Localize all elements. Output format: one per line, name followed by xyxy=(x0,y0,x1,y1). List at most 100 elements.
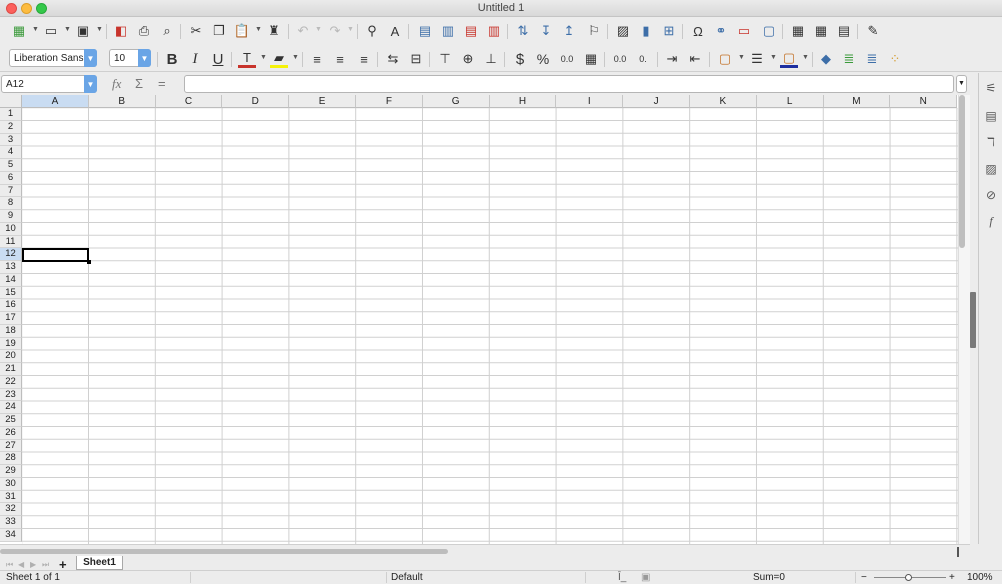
row-header[interactable]: 26 xyxy=(0,426,22,440)
icon-set-icon[interactable]: ⁘ xyxy=(886,50,904,68)
row-header[interactable]: 32 xyxy=(0,503,22,516)
chevron-down-icon[interactable]: ▼ xyxy=(84,75,97,93)
row-header[interactable]: 27 xyxy=(0,439,22,453)
column-icon[interactable]: ▥ xyxy=(439,22,457,40)
row-header[interactable]: 30 xyxy=(0,477,22,491)
save-icon[interactable]: ▣ xyxy=(74,22,92,40)
increase-indent-icon[interactable]: ⇥ xyxy=(663,50,681,68)
align-left-icon[interactable]: ≡ xyxy=(308,50,326,68)
row-header[interactable]: 33 xyxy=(0,516,22,529)
zoom-level[interactable]: 100% xyxy=(967,572,993,583)
expand-formula-bar-button[interactable]: ▼ xyxy=(956,75,967,93)
column-header[interactable]: D xyxy=(222,95,290,108)
gallery-icon[interactable]: ▨ xyxy=(984,162,998,176)
zoom-slider-knob[interactable] xyxy=(905,574,912,581)
name-box[interactable]: A12 ▼ xyxy=(1,75,97,93)
horizontal-scrollbar[interactable] xyxy=(0,549,448,554)
font-size-combo[interactable]: 10 ▼ xyxy=(109,49,151,67)
row-header[interactable]: 9 xyxy=(0,210,22,223)
paste-icon[interactable]: 📋 xyxy=(233,22,251,40)
comment-icon[interactable]: ▭ xyxy=(735,22,753,40)
delete-decimal-button[interactable]: 0. xyxy=(634,50,652,68)
underline-button[interactable]: U xyxy=(209,50,227,68)
column-header[interactable]: H xyxy=(489,95,557,108)
sort-descending-icon[interactable]: ↥ xyxy=(560,22,578,40)
column-header[interactable]: E xyxy=(289,95,356,108)
open-folder-icon[interactable]: ▭ xyxy=(42,22,60,40)
column-header[interactable]: M xyxy=(823,95,891,108)
column-header[interactable]: L xyxy=(756,95,824,108)
export-pdf-icon[interactable]: ◧ xyxy=(112,22,130,40)
row-header[interactable]: 1 xyxy=(0,108,22,121)
date-format-icon[interactable]: ▦ xyxy=(582,50,600,68)
column-header[interactable]: B xyxy=(88,95,156,108)
sidebar-settings-icon[interactable]: ⚟ xyxy=(984,81,998,95)
formula-input[interactable] xyxy=(184,75,954,93)
column-header[interactable]: I xyxy=(556,95,624,108)
row-header[interactable]: 5 xyxy=(0,159,22,172)
navigator-icon[interactable]: ⊘ xyxy=(984,188,998,202)
copy-icon[interactable]: ❐ xyxy=(210,22,228,40)
row-header[interactable]: 20 xyxy=(0,350,22,363)
pivot-table-icon[interactable]: ⊞ xyxy=(660,22,678,40)
currency-button[interactable]: $ xyxy=(511,50,529,68)
clone-format-icon[interactable]: ♜ xyxy=(265,22,283,40)
autofilter-icon[interactable]: ⚐ xyxy=(585,22,603,40)
font-color-dropdown-icon[interactable]: ▼ xyxy=(260,54,267,61)
row-header[interactable]: 13 xyxy=(0,261,22,274)
row-icon[interactable]: ▤ xyxy=(416,22,434,40)
chart-icon[interactable]: ▮ xyxy=(637,22,655,40)
chevron-down-icon[interactable]: ▼ xyxy=(138,49,151,67)
freeze-rows-icon[interactable]: ▦ xyxy=(812,22,830,40)
vertical-scroll-thumb[interactable] xyxy=(959,95,965,248)
row-header[interactable]: 34 xyxy=(0,528,22,542)
row-header[interactable]: 24 xyxy=(0,401,22,414)
data-bar-icon[interactable]: ≣ xyxy=(863,50,881,68)
undo-icon[interactable]: ↶ xyxy=(294,22,312,40)
row-header[interactable]: 6 xyxy=(0,171,22,185)
row-header[interactable]: 22 xyxy=(0,375,22,389)
wrap-text-icon[interactable]: ⇆ xyxy=(384,50,402,68)
cut-icon[interactable]: ✂ xyxy=(187,22,205,40)
row-header[interactable]: 31 xyxy=(0,490,22,504)
borders-dropdown-icon[interactable]: ▼ xyxy=(738,54,745,61)
select-all-corner[interactable] xyxy=(0,95,22,108)
row-header[interactable]: 14 xyxy=(0,273,22,287)
redo-dropdown-icon[interactable]: ▼ xyxy=(347,26,354,33)
new-spreadsheet-icon[interactable]: ▦ xyxy=(10,22,28,40)
insert-mode-icon[interactable]: Ī_ xyxy=(618,572,626,583)
align-bottom-icon[interactable]: ⊥ xyxy=(482,50,500,68)
zoom-in-button[interactable]: + xyxy=(949,572,955,583)
align-right-icon[interactable]: ≡ xyxy=(355,50,373,68)
print-icon[interactable]: ⎙ xyxy=(135,22,153,40)
row-header[interactable]: 11 xyxy=(0,235,22,249)
properties-icon[interactable]: ▤ xyxy=(984,109,998,123)
column-header[interactable]: N xyxy=(890,95,958,108)
spelling-icon[interactable]: A xyxy=(386,22,404,40)
undo-dropdown-icon[interactable]: ▼ xyxy=(315,26,322,33)
column-header[interactable]: G xyxy=(422,95,490,108)
align-top-icon[interactable]: ⊤ xyxy=(436,50,454,68)
color-scale-icon[interactable]: ≣ xyxy=(840,50,858,68)
hyperlink-icon[interactable]: ⚭ xyxy=(712,22,730,40)
new-dropdown-icon[interactable]: ▼ xyxy=(32,26,39,33)
align-center-icon[interactable]: ≡ xyxy=(331,50,349,68)
highlight-dropdown-icon[interactable]: ▼ xyxy=(292,54,299,61)
row-header[interactable]: 12 xyxy=(0,248,22,261)
row-header[interactable]: 29 xyxy=(0,465,22,478)
row-header[interactable]: 17 xyxy=(0,312,22,325)
sort-icon[interactable]: ⇅ xyxy=(514,22,532,40)
border-style-icon[interactable]: ☰ xyxy=(748,50,766,68)
border-style-dropdown-icon[interactable]: ▼ xyxy=(770,54,777,61)
page-style[interactable]: Default xyxy=(391,572,423,583)
row-header[interactable]: 25 xyxy=(0,414,22,427)
add-decimal-button[interactable]: 0.0 xyxy=(611,50,629,68)
special-character-icon[interactable]: Ω xyxy=(689,22,707,40)
find-replace-icon[interactable]: ⚲ xyxy=(363,22,381,40)
row-header[interactable]: 4 xyxy=(0,146,22,159)
functions-icon[interactable]: f xyxy=(984,214,998,228)
row-header[interactable]: 2 xyxy=(0,120,22,134)
font-name-combo[interactable]: Liberation Sans ▼ xyxy=(9,49,97,67)
first-sheet-icon[interactable]: ⏮ xyxy=(6,560,13,570)
row-header[interactable]: 28 xyxy=(0,452,22,465)
